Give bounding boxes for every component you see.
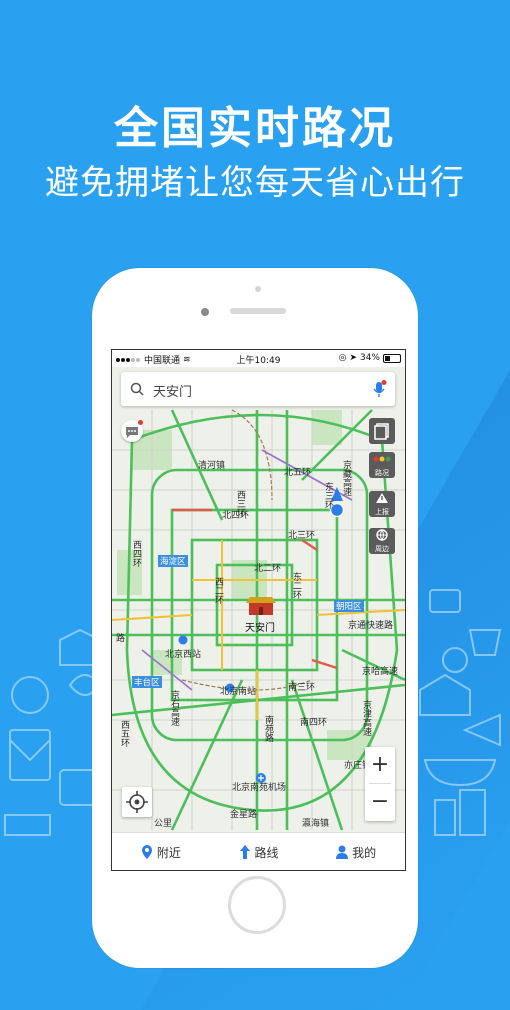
layers-icon (374, 423, 389, 440)
phone-screen: 清河镇 北五环 北四环 北三环 北二环 东二环 东三环 西二环 西三环 西四环 … (111, 349, 406, 871)
doodle-icons-right (419, 589, 502, 836)
label-beijing-west: 北京西站 (165, 650, 202, 660)
locate-button[interactable] (122, 787, 152, 817)
around-button[interactable]: 周边 (369, 528, 395, 554)
label-yinghai: 瀛海镇 (302, 819, 330, 829)
zoom-in-button[interactable]: + (365, 747, 395, 783)
user-icon (336, 845, 349, 859)
label-west5: 西五环 (119, 720, 129, 747)
label-gongli: 公里 (154, 819, 173, 829)
label-jingshi: 京石高速 (169, 690, 179, 726)
label-jingzang: 京藏高速 (341, 460, 351, 496)
label-west4: 西四环 (131, 540, 141, 567)
label-beijing-south: 北京南站 (220, 687, 257, 697)
label-north5: 北五环 (284, 468, 312, 478)
traffic-label: 路况 (375, 469, 389, 477)
proximity-sensor (255, 286, 261, 292)
label-fengtai: 丰台区 (132, 676, 162, 688)
route-arrow-icon (239, 845, 250, 859)
label-haidian: 海淀区 (158, 555, 188, 567)
layers-button[interactable] (369, 418, 395, 444)
traffic-button[interactable]: 路况 (369, 452, 395, 478)
label-jingtong: 京通快速路 (348, 621, 394, 631)
location-arrow-icon: ➤ (349, 353, 357, 363)
label-tiananmen: 天安门 (245, 623, 275, 634)
tiananmen-landmark-icon (246, 597, 276, 615)
label-jinxing: 金星路 (230, 810, 258, 820)
label-west2: 西二环 (213, 577, 223, 604)
label-jinghu: 京哈高速 (362, 667, 399, 677)
status-bar: 中国联通 ≋ 上午10:49 ◎ ➤ 34% (112, 350, 405, 367)
label-nanyuan: 南苑路 (263, 715, 273, 742)
label-north2: 北二环 (254, 564, 282, 574)
tab-mine[interactable]: 我的 (307, 833, 405, 870)
tab-mine-label: 我的 (352, 845, 377, 860)
earpiece-speaker (230, 308, 286, 314)
battery-icon (383, 353, 401, 363)
home-button[interactable] (228, 876, 286, 934)
tab-route-label: 路线 (254, 845, 279, 860)
tab-nearby-label: 附近 (156, 845, 181, 860)
label-east2: 东二环 (291, 572, 301, 599)
message-button[interactable] (121, 420, 143, 442)
search-bar[interactable]: 天安门 (121, 372, 395, 406)
label-west3: 西三环 (235, 490, 245, 517)
label-jingjin: 京津高速 (361, 700, 371, 736)
station-west-icon (178, 635, 188, 645)
search-input[interactable]: 天安门 (153, 381, 192, 400)
search-icon (130, 382, 144, 396)
bottom-tab-bar: 附近 路线 我的 (112, 832, 405, 870)
promo-subline: 避免拥堵让您每天省心出行 (45, 163, 465, 203)
promo-headline: 全国实时路况 (114, 103, 396, 154)
label-south4: 南四环 (300, 718, 328, 728)
tab-nearby[interactable]: 附近 (112, 833, 210, 870)
report-label: 上报 (375, 508, 389, 516)
zoom-controls: + − (365, 747, 395, 821)
message-badge (138, 420, 143, 425)
label-lu: 路 (116, 634, 126, 644)
rotation-lock-icon: ◎ (338, 353, 347, 363)
report-button[interactable]: 上报 (369, 491, 395, 517)
label-north3: 北三环 (288, 531, 316, 541)
globe-icon (376, 529, 388, 541)
tab-route[interactable]: 路线 (210, 833, 308, 870)
around-label: 周边 (375, 545, 389, 553)
zoom-out-button[interactable]: − (365, 784, 395, 820)
label-nanyuan-airport: 北京南苑机场 (232, 783, 287, 793)
report-icon (376, 493, 388, 503)
voice-search-icon[interactable] (371, 380, 387, 398)
label-qinghe: 清河镇 (198, 461, 226, 471)
label-east3: 东三环 (323, 482, 333, 509)
crosshair-icon (126, 791, 148, 813)
location-pin-icon (141, 845, 152, 859)
battery-percent: 34% (359, 353, 380, 363)
label-south3: 南三环 (288, 683, 316, 693)
label-chaoyang: 朝阳区 (334, 600, 364, 612)
front-camera (201, 308, 209, 316)
traffic-light-icon (373, 456, 391, 462)
